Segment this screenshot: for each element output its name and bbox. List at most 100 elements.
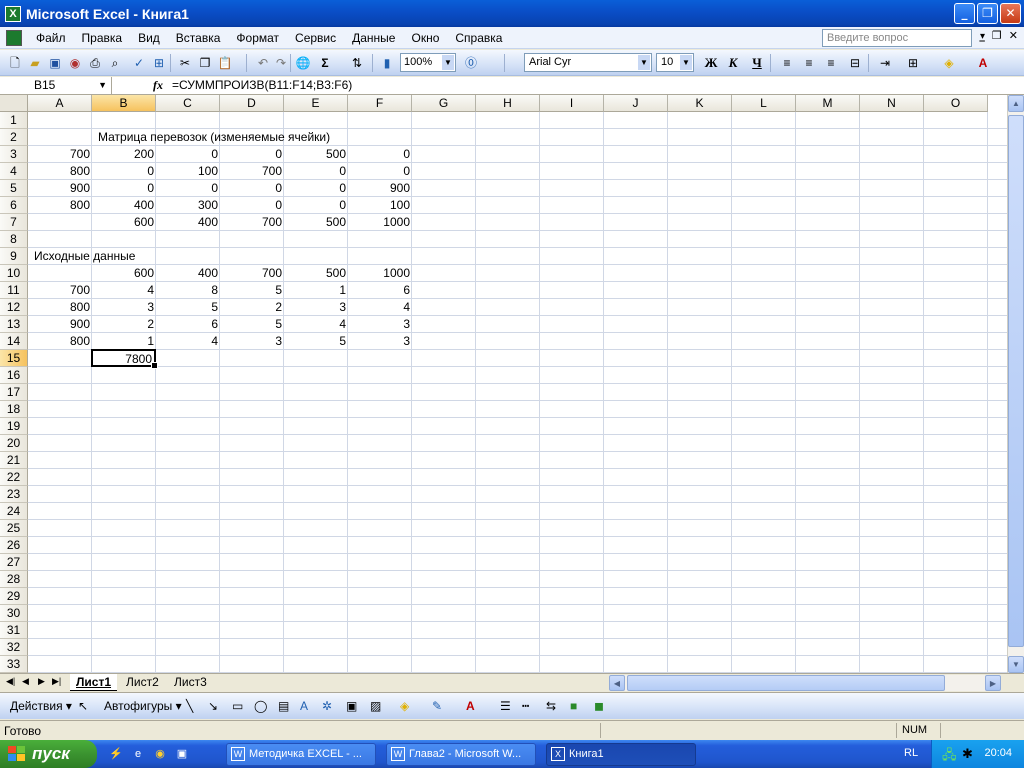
cell-b4[interactable]: 0 xyxy=(92,163,156,180)
align-left-icon[interactable]: ≡ xyxy=(778,54,796,72)
row-header-28[interactable]: 28 xyxy=(0,571,28,588)
sheet-tab-1[interactable]: Лист1 xyxy=(70,674,118,691)
print-preview-icon[interactable]: ⌕ xyxy=(106,54,124,72)
clipart-icon[interactable]: ▣ xyxy=(346,699,357,713)
row-header-19[interactable]: 19 xyxy=(0,418,28,435)
column-header-l[interactable]: L xyxy=(732,95,796,112)
column-header-j[interactable]: J xyxy=(604,95,668,112)
textbox-icon[interactable]: ▤ xyxy=(278,699,289,713)
worksheet-grid[interactable]: A B C D E F G H I J K L M N O 1 2 3 4 5 6 7 8 9 10 11 12 13 14 15 16 17… xyxy=(0,95,1007,673)
row-header-2[interactable]: 2 xyxy=(0,129,28,146)
line-style-icon[interactable]: ☰ xyxy=(500,699,511,713)
first-sheet-icon[interactable]: ◀| xyxy=(6,676,15,687)
cell-c7[interactable]: 400 xyxy=(156,214,220,231)
underline-button[interactable]: Ч xyxy=(748,54,766,72)
cell-b2[interactable]: Матрица перевозок (изменяемые ячейки) xyxy=(96,129,332,146)
cell-a13[interactable]: 900 xyxy=(28,316,92,333)
cell-a9[interactable]: Исходные данные xyxy=(32,248,137,265)
help-icon[interactable]: ⓪ xyxy=(462,54,480,72)
cell-f14[interactable]: 3 xyxy=(348,333,412,350)
scroll-right-icon[interactable]: ▶ xyxy=(985,675,1001,691)
hyperlink-icon[interactable]: 🌐 xyxy=(294,54,312,72)
autosum-icon[interactable]: Σ xyxy=(316,54,334,72)
row-header-21[interactable]: 21 xyxy=(0,452,28,469)
cell-c10[interactable]: 400 xyxy=(156,265,220,282)
copy-icon[interactable]: ❐ xyxy=(196,54,214,72)
row-header-9[interactable]: 9 xyxy=(0,248,28,265)
row-header-1[interactable]: 1 xyxy=(0,112,28,129)
start-button[interactable]: пуск xyxy=(0,740,97,768)
horizontal-scrollbar[interactable]: ◀ ▶ xyxy=(609,675,1001,691)
cell-f13[interactable]: 3 xyxy=(348,316,412,333)
row-header-16[interactable]: 16 xyxy=(0,367,28,384)
new-file-icon[interactable]: 🗋 xyxy=(6,54,24,72)
row-header-12[interactable]: 12 xyxy=(0,299,28,316)
cell-e6[interactable]: 0 xyxy=(284,197,348,214)
cell-d3[interactable]: 0 xyxy=(220,146,284,163)
cell-b10[interactable]: 600 xyxy=(92,265,156,282)
scroll-up-icon[interactable]: ▲ xyxy=(1008,95,1024,112)
scroll-down-icon[interactable]: ▼ xyxy=(1008,656,1024,673)
align-center-icon[interactable]: ≡ xyxy=(800,54,818,72)
cell-a3[interactable]: 700 xyxy=(28,146,92,163)
last-sheet-icon[interactable]: ▶| xyxy=(52,676,61,687)
cell-e5[interactable]: 0 xyxy=(284,180,348,197)
cell-a14[interactable]: 800 xyxy=(28,333,92,350)
row-header-20[interactable]: 20 xyxy=(0,435,28,452)
row-header-13[interactable]: 13 xyxy=(0,316,28,333)
menu-help[interactable]: Справка xyxy=(447,31,510,45)
cell-b14[interactable]: 1 xyxy=(92,333,156,350)
column-header-n[interactable]: N xyxy=(860,95,924,112)
vertical-scroll-thumb[interactable] xyxy=(1008,115,1024,647)
column-header-d[interactable]: D xyxy=(220,95,284,112)
paste-icon[interactable]: 📋 xyxy=(216,54,234,72)
save-icon[interactable]: ▣ xyxy=(46,54,64,72)
row-header-14[interactable]: 14 xyxy=(0,333,28,350)
prev-sheet-icon[interactable]: ◀ xyxy=(22,676,29,687)
cell-e3[interactable]: 500 xyxy=(284,146,348,163)
diagram-icon[interactable]: ✲ xyxy=(322,699,332,713)
menu-insert[interactable]: Вставка xyxy=(168,31,229,45)
row-header-11[interactable]: 11 xyxy=(0,282,28,299)
row-header-17[interactable]: 17 xyxy=(0,384,28,401)
cell-f4[interactable]: 0 xyxy=(348,163,412,180)
font-select[interactable]: Arial Cyr ▼ xyxy=(524,53,652,72)
minimize-button[interactable]: _ xyxy=(954,3,975,24)
merge-center-icon[interactable]: ⊟ xyxy=(846,54,864,72)
sort-ascending-icon[interactable]: ⇅ xyxy=(348,54,366,72)
cell-d4[interactable]: 700 xyxy=(220,163,284,180)
cell-b3[interactable]: 200 xyxy=(92,146,156,163)
cell-d13[interactable]: 5 xyxy=(220,316,284,333)
quicklaunch-lightning-icon[interactable]: ⚡ xyxy=(108,746,124,762)
cell-f12[interactable]: 4 xyxy=(348,299,412,316)
arrow-icon[interactable]: ↘ xyxy=(208,699,218,713)
cell-d10[interactable]: 700 xyxy=(220,265,284,282)
chevron-down-icon[interactable]: ▼ xyxy=(638,55,650,70)
select-all-corner[interactable] xyxy=(0,95,28,112)
column-header-c[interactable]: C xyxy=(156,95,220,112)
chevron-down-icon[interactable]: ▼ xyxy=(680,55,692,70)
zoom-select[interactable]: 100% ▼ xyxy=(400,53,456,72)
row-header-15[interactable]: 15 xyxy=(0,350,28,367)
cell-d7[interactable]: 700 xyxy=(220,214,284,231)
menu-file[interactable]: Файл xyxy=(28,31,74,45)
row-header-33[interactable]: 33 xyxy=(0,656,28,673)
cell-b12[interactable]: 3 xyxy=(92,299,156,316)
row-header-8[interactable]: 8 xyxy=(0,231,28,248)
sheet-tab-2[interactable]: Лист2 xyxy=(120,674,165,691)
rectangle-icon[interactable]: ▭ xyxy=(232,699,243,713)
column-header-h[interactable]: H xyxy=(476,95,540,112)
cell-d5[interactable]: 0 xyxy=(220,180,284,197)
font-color-icon[interactable]: A xyxy=(974,54,992,72)
italic-button[interactable]: К xyxy=(724,54,742,72)
column-header-g[interactable]: G xyxy=(412,95,476,112)
menu-format[interactable]: Формат xyxy=(228,31,287,45)
media-player-icon[interactable]: ◉ xyxy=(152,746,168,762)
task-methodichka[interactable]: W Методичка EXCEL - ... xyxy=(226,743,376,766)
menu-view[interactable]: Вид xyxy=(130,31,168,45)
oval-icon[interactable]: ◯ xyxy=(254,699,267,713)
cell-f6[interactable]: 100 xyxy=(348,197,412,214)
column-header-o[interactable]: O xyxy=(924,95,988,112)
actions-menu[interactable]: Действия ▾ xyxy=(10,699,72,713)
row-header-29[interactable]: 29 xyxy=(0,588,28,605)
